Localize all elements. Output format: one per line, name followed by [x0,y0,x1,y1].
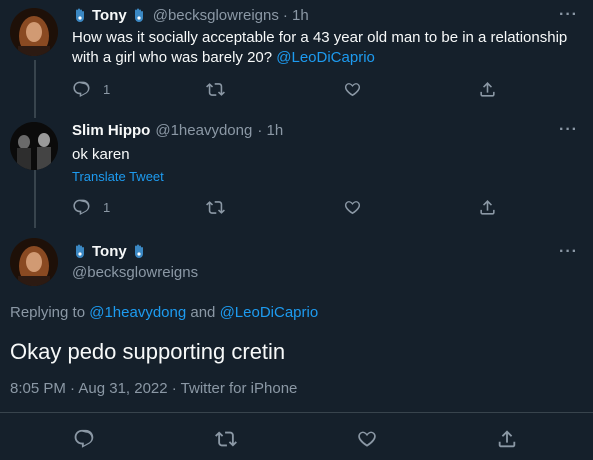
like-button[interactable] [343,80,362,99]
like-icon [344,83,361,97]
mention-link[interactable]: @LeoDiCaprio [276,49,375,66]
translate-tweet-link[interactable]: Translate Tweet [72,169,164,184]
hamsa-icon [134,244,143,258]
tweet1-header: Tony @becksglowreigns · 1h [72,7,309,24]
display-name[interactable]: Tony [92,7,127,24]
retweet-icon [215,431,237,447]
focused-tweet-text: Okay pedo supporting cretin [10,339,286,364]
more-icon[interactable]: ··· [559,6,578,24]
share-button[interactable] [496,428,518,450]
share-icon [480,82,495,97]
retweet-icon [206,201,225,214]
retweet-button[interactable] [215,428,237,450]
reply-button[interactable]: 1 [72,80,110,99]
replying-and: and [186,304,220,321]
reply-count: 1 [103,82,111,97]
more-icon[interactable]: ··· [559,243,578,261]
hamsa-icon [76,8,84,22]
avatar-tony[interactable] [10,238,58,286]
like-button[interactable] [343,198,362,217]
reply-button[interactable]: 1 [72,198,110,217]
handle[interactable]: @1heavydong [155,122,252,139]
display-name[interactable]: Tony [92,243,127,260]
share-button[interactable] [478,80,497,99]
share-button[interactable] [478,198,497,217]
retweet-icon [206,83,225,96]
handle[interactable]: @becksglowreigns [153,7,279,24]
more-icon[interactable]: ··· [559,121,578,139]
tweet2-header: Slim Hippo @1heavydong · 1h [72,122,283,139]
avatar-slim-hippo[interactable] [10,122,58,170]
tweet3-name-row: Tony [72,243,147,260]
like-icon [344,201,361,215]
hamsa-icon [76,244,84,258]
timestamp[interactable]: · 1h [283,7,309,24]
retweet-button[interactable] [206,198,225,217]
thread-connector [34,60,36,118]
reply-icon [73,81,90,98]
tweet-meta[interactable]: 8:05 PM · Aug 31, 2022 · Twitter for iPh… [10,380,297,397]
replying-to: Replying to @1heavydong and @LeoDiCaprio [10,304,318,321]
handle[interactable]: @becksglowreigns [72,264,198,281]
hamsa-icon [134,8,143,22]
reply-icon [74,429,94,448]
tweet-text: ok karen [72,146,130,163]
display-name[interactable]: Slim Hippo [72,122,150,139]
divider [0,412,593,413]
replying-mention-2[interactable]: @LeoDiCaprio [220,304,319,321]
thread-connector-lower [34,170,36,228]
like-button[interactable] [356,428,378,450]
replying-prefix: Replying to [10,304,90,321]
timestamp[interactable]: · 1h [257,122,283,139]
share-icon [498,430,516,448]
reply-count: 1 [103,200,111,215]
retweet-button[interactable] [206,80,225,99]
replying-mention-1[interactable]: @1heavydong [89,304,186,321]
avatar-tony[interactable] [10,8,58,56]
tweet1-text: How was it socially acceptable for a 43 … [72,28,572,68]
reply-button[interactable] [73,428,95,450]
share-icon [480,200,495,215]
like-icon [358,431,376,447]
reply-icon [73,199,90,216]
